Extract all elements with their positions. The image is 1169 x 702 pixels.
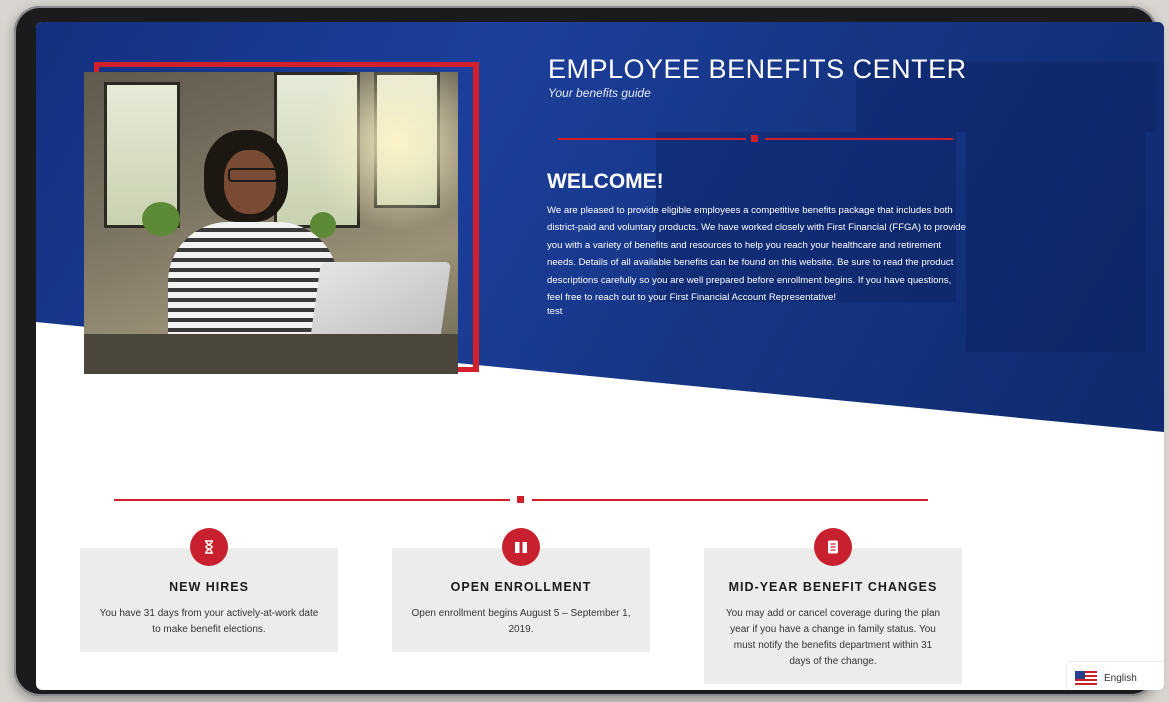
page-subtitle: Your benefits guide bbox=[548, 86, 651, 100]
hourglass-icon[interactable] bbox=[190, 528, 228, 566]
welcome-text: We are pleased to provide eligible emplo… bbox=[547, 205, 966, 304]
device-bezel: EMPLOYEE BENEFITS CENTER Your benefits g… bbox=[14, 6, 1164, 696]
hero-photo bbox=[84, 72, 458, 374]
browser-screen: EMPLOYEE BENEFITS CENTER Your benefits g… bbox=[36, 22, 1164, 690]
section-divider-left bbox=[114, 499, 510, 501]
welcome-note: test bbox=[547, 306, 563, 317]
divider-right bbox=[765, 138, 953, 140]
woman-face bbox=[224, 150, 276, 214]
us-flag-icon bbox=[1075, 671, 1097, 685]
plant bbox=[142, 202, 180, 236]
section-divider-dot bbox=[517, 496, 524, 503]
language-selector[interactable]: English bbox=[1066, 661, 1164, 690]
book-icon[interactable] bbox=[502, 528, 540, 566]
language-label: English bbox=[1104, 672, 1137, 684]
glasses bbox=[228, 168, 278, 182]
divider-left bbox=[558, 138, 746, 140]
card-title: OPEN ENROLLMENT bbox=[450, 580, 592, 594]
card-text: You have 31 days from your actively-at-w… bbox=[99, 608, 319, 635]
section-divider-right bbox=[532, 499, 928, 501]
card-title: NEW HIRES bbox=[169, 580, 249, 594]
document-icon[interactable] bbox=[814, 528, 852, 566]
card-text: You may add or cancel coverage during th… bbox=[725, 608, 941, 667]
page-title: EMPLOYEE BENEFITS CENTER bbox=[548, 54, 967, 84]
card-title: MID-YEAR BENEFIT CHANGES bbox=[728, 580, 938, 594]
card-text: Open enrollment begins August 5 – Septem… bbox=[411, 608, 631, 635]
background-tile bbox=[966, 132, 1146, 352]
welcome-heading: WELCOME! bbox=[547, 170, 664, 193]
table bbox=[84, 334, 458, 374]
card-mid-year-changes[interactable]: MID-YEAR BENEFIT CHANGES You may add or … bbox=[704, 548, 962, 684]
divider-dot bbox=[751, 135, 758, 142]
